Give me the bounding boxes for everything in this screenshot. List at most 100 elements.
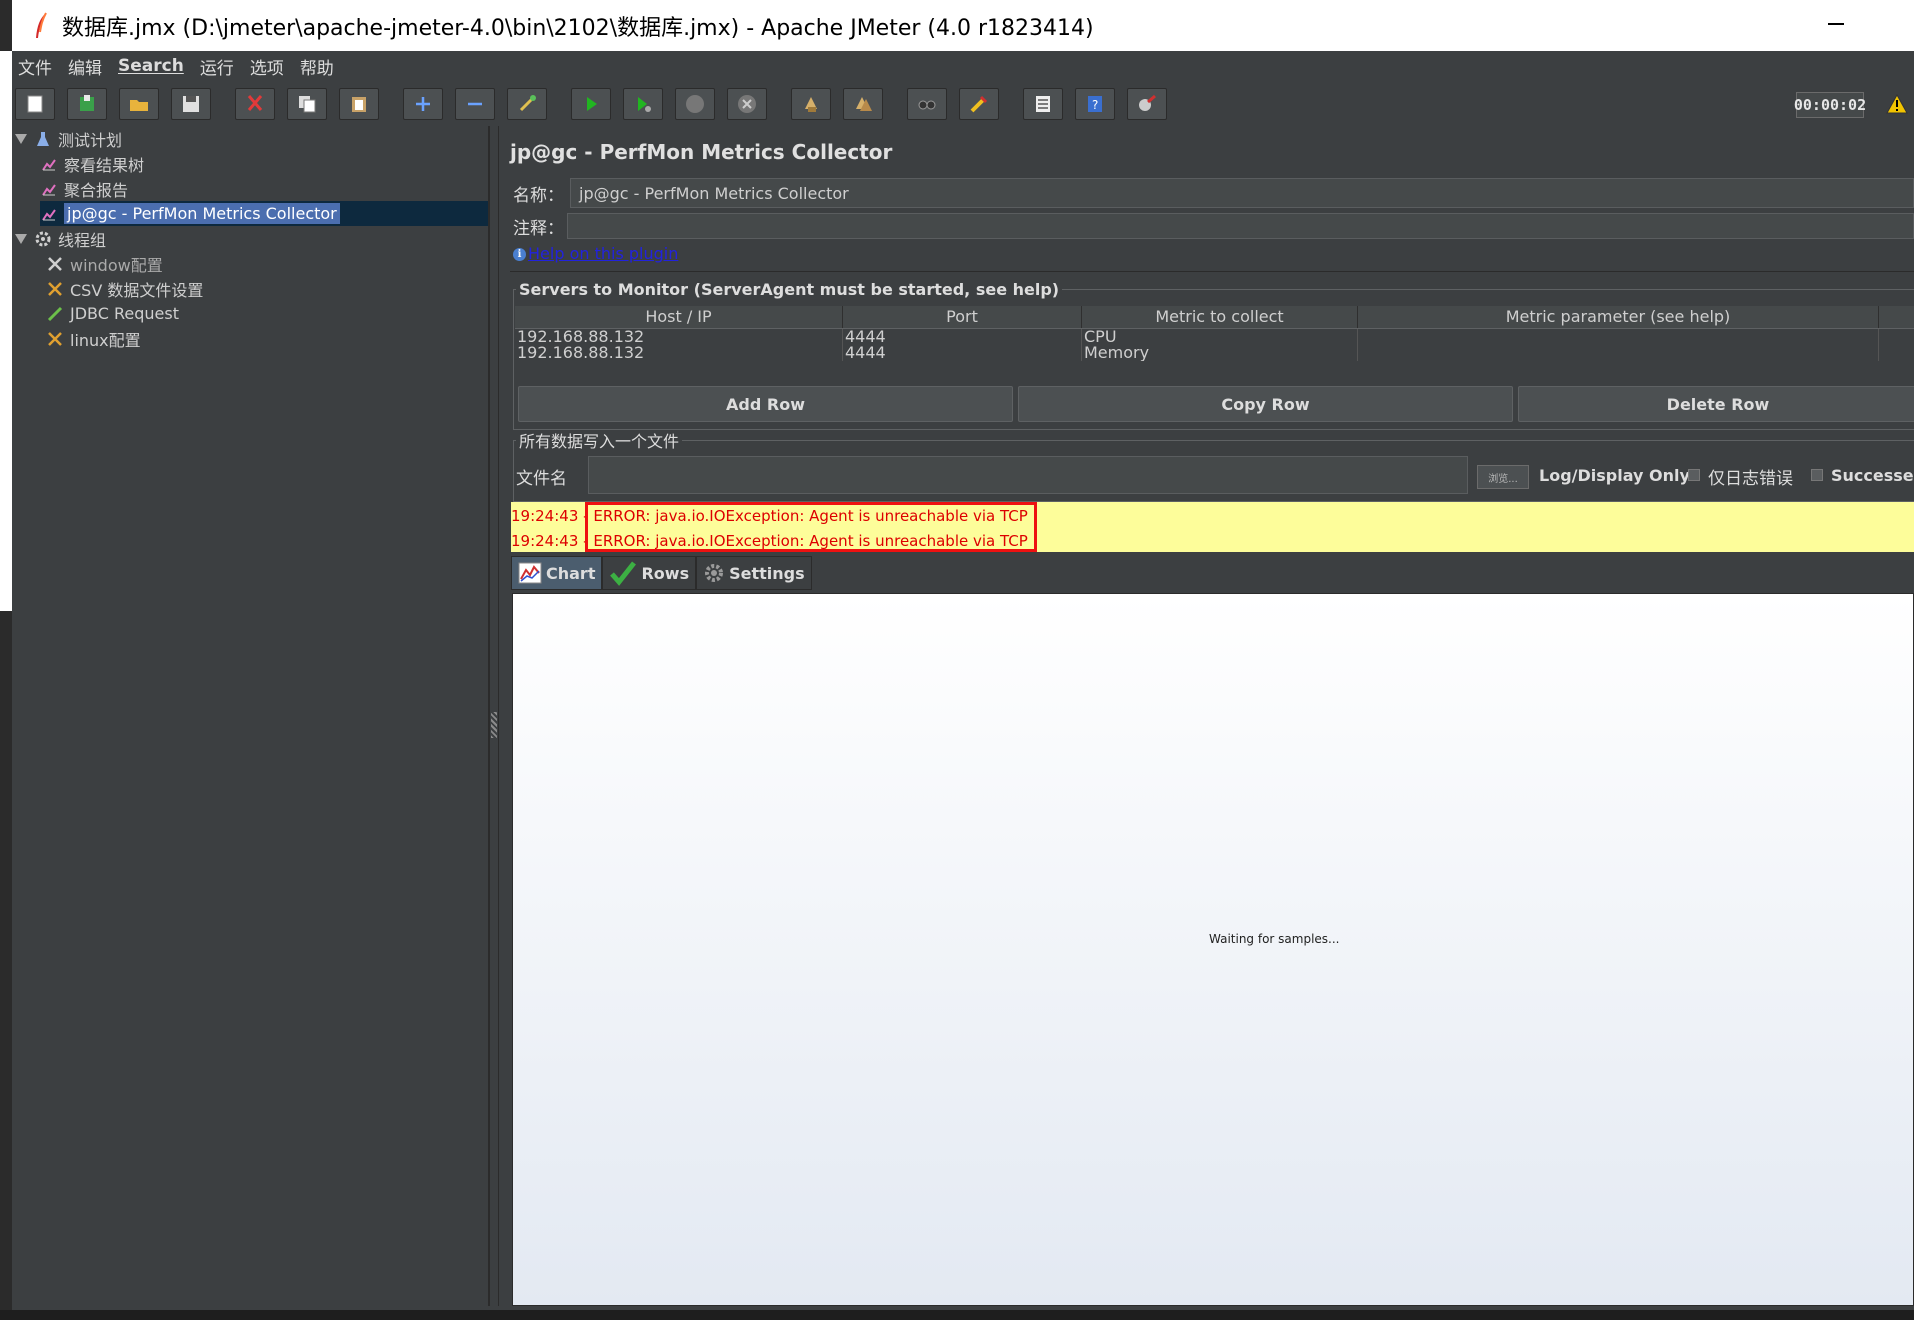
start-icon[interactable] [571, 88, 611, 120]
add-row-button[interactable]: Add Row [518, 386, 1013, 422]
name-field[interactable]: jp@gc - PerfMon Metrics Collector [570, 178, 1914, 208]
copy-row-button[interactable]: Copy Row [1018, 386, 1513, 422]
tree-node-jdbc-request[interactable]: JDBC Request [46, 301, 179, 326]
tree-label: window配置 [70, 255, 163, 275]
error-time: 19:24:43 - [511, 507, 589, 525]
table-row[interactable]: 192.168.88.132 4444 Memory [515, 345, 1914, 361]
cell-metric-param[interactable] [1358, 329, 1879, 345]
tree-label: 线程组 [58, 230, 107, 250]
table-row[interactable]: 192.168.88.132 4444 CPU [515, 329, 1914, 345]
cut-icon[interactable] [235, 88, 275, 120]
cell-host[interactable]: 192.168.88.132 [515, 345, 843, 361]
expand-arrow-icon[interactable] [14, 130, 28, 148]
tree-node-aggregate-report[interactable]: 聚合报告 [40, 176, 128, 201]
error-time: 19:24:43 - [511, 532, 589, 550]
tree-node-view-results-tree[interactable]: 察看结果树 [40, 151, 144, 176]
tree-label: 聚合报告 [64, 180, 129, 200]
clear-all-icon[interactable] [843, 88, 883, 120]
background-window-strip [0, 0, 12, 1310]
tree-node-window-config[interactable]: window配置 [46, 251, 163, 276]
successes-label: Successes [1831, 466, 1914, 485]
new-icon[interactable] [15, 88, 55, 120]
errors-only-checkbox[interactable] [1688, 469, 1700, 481]
help-link[interactable]: Help on this plugin [528, 244, 678, 263]
thread-group-icon [34, 230, 52, 248]
gear-icon [705, 564, 724, 582]
templates-icon[interactable] [67, 88, 107, 120]
reset-search-icon[interactable] [959, 88, 999, 120]
stop-icon[interactable] [675, 88, 715, 120]
perfmon-panel: jp@gc - PerfMon Metrics Collector 名称： jp… [510, 126, 1914, 1306]
info-icon: i [513, 248, 526, 261]
cell-metric[interactable]: CPU [1082, 329, 1358, 345]
toggle-icon[interactable] [507, 88, 547, 120]
checkmark-icon [610, 561, 637, 586]
tab-chart[interactable]: Chart [511, 556, 603, 590]
table-header: Host / IP Port Metric to collect Metric … [515, 306, 1914, 329]
browse-button[interactable]: 浏览... [1477, 465, 1529, 489]
expand-icon[interactable] [403, 88, 443, 120]
tree-label: CSV 数据文件设置 [70, 280, 204, 300]
tree-node-test-plan[interactable]: 测试计划 [14, 126, 122, 151]
menu-options[interactable]: 选项 [250, 54, 284, 79]
function-helper-icon[interactable] [1023, 88, 1063, 120]
name-label: 名称： [513, 186, 564, 206]
tab-rows[interactable]: Rows [602, 556, 697, 590]
cell-port[interactable]: 4444 [843, 345, 1082, 361]
jmeter-window: 数据库.jmx (D:\jmeter\apache-jmeter-4.0\bin… [12, 0, 1914, 1310]
chart-area[interactable]: Waiting for samples... [512, 593, 1914, 1306]
menu-help[interactable]: 帮助 [300, 54, 334, 79]
column-header-metric-param[interactable]: Metric parameter (see help) [1358, 306, 1879, 328]
start-no-pauses-icon[interactable] [623, 88, 663, 120]
expand-arrow-icon[interactable] [14, 230, 28, 248]
filename-field[interactable] [588, 456, 1468, 494]
column-header-port[interactable]: Port [843, 306, 1082, 328]
tree-node-perfmon-collector[interactable]: jp@gc - PerfMon Metrics Collector [40, 201, 488, 226]
split-pane-divider[interactable] [489, 126, 499, 1306]
help-icon[interactable]: ? [1075, 88, 1115, 120]
chart-placeholder: Waiting for samples... [1209, 932, 1340, 946]
successes-checkbox[interactable] [1811, 469, 1823, 481]
open-icon[interactable] [119, 88, 159, 120]
tree-node-csv-config[interactable]: CSV 数据文件设置 [46, 276, 203, 301]
result-tabs: Chart Rows Settings [511, 556, 812, 590]
comment-field[interactable] [567, 213, 1914, 239]
divider [510, 271, 1914, 272]
column-header-metric[interactable]: Metric to collect [1082, 306, 1358, 328]
servers-legend: Servers to Monitor (ServerAgent must be … [519, 280, 1060, 299]
shutdown-icon[interactable] [727, 88, 767, 120]
tree-node-linux-config[interactable]: linux配置 [46, 326, 141, 351]
cell-host[interactable]: 192.168.88.132 [515, 329, 843, 345]
menu-run[interactable]: 运行 [200, 54, 234, 79]
tree-node-thread-group[interactable]: 线程组 [14, 226, 106, 251]
comment-label: 注释： [513, 219, 564, 239]
menu-file[interactable]: 文件 [18, 54, 52, 79]
clear-icon[interactable] [791, 88, 831, 120]
tab-label: Rows [641, 563, 690, 583]
tree-label: jp@gc - PerfMon Metrics Collector [64, 203, 340, 224]
copy-icon[interactable] [287, 88, 327, 120]
listener-icon [40, 180, 58, 198]
cell-metric[interactable]: Memory [1082, 345, 1358, 361]
paste-icon[interactable] [339, 88, 379, 120]
servers-table: Host / IP Port Metric to collect Metric … [515, 306, 1914, 361]
config-icon [46, 330, 64, 348]
cell-port[interactable]: 4444 [843, 329, 1082, 345]
errors-only-label: 仅日志错误 [1708, 469, 1793, 489]
menu-edit[interactable]: 编辑 [68, 54, 102, 79]
tab-settings[interactable]: Settings [696, 556, 812, 590]
log-viewer-icon[interactable] [1127, 88, 1167, 120]
save-icon[interactable] [171, 88, 211, 120]
column-header-host[interactable]: Host / IP [515, 306, 843, 328]
minimize-button[interactable] [1828, 23, 1844, 25]
jmeter-feather-icon [36, 12, 47, 38]
file-label: 文件名 [516, 469, 567, 489]
elapsed-timer: 00:00:02 [1794, 92, 1866, 118]
delete-row-button[interactable]: Delete Row [1518, 386, 1914, 422]
warning-icon[interactable] [1886, 94, 1908, 114]
svg-text:?: ? [1092, 98, 1098, 112]
menu-search[interactable]: Search [118, 56, 184, 76]
search-icon[interactable] [907, 88, 947, 120]
cell-metric-param[interactable] [1358, 345, 1879, 361]
collapse-icon[interactable] [455, 88, 495, 120]
